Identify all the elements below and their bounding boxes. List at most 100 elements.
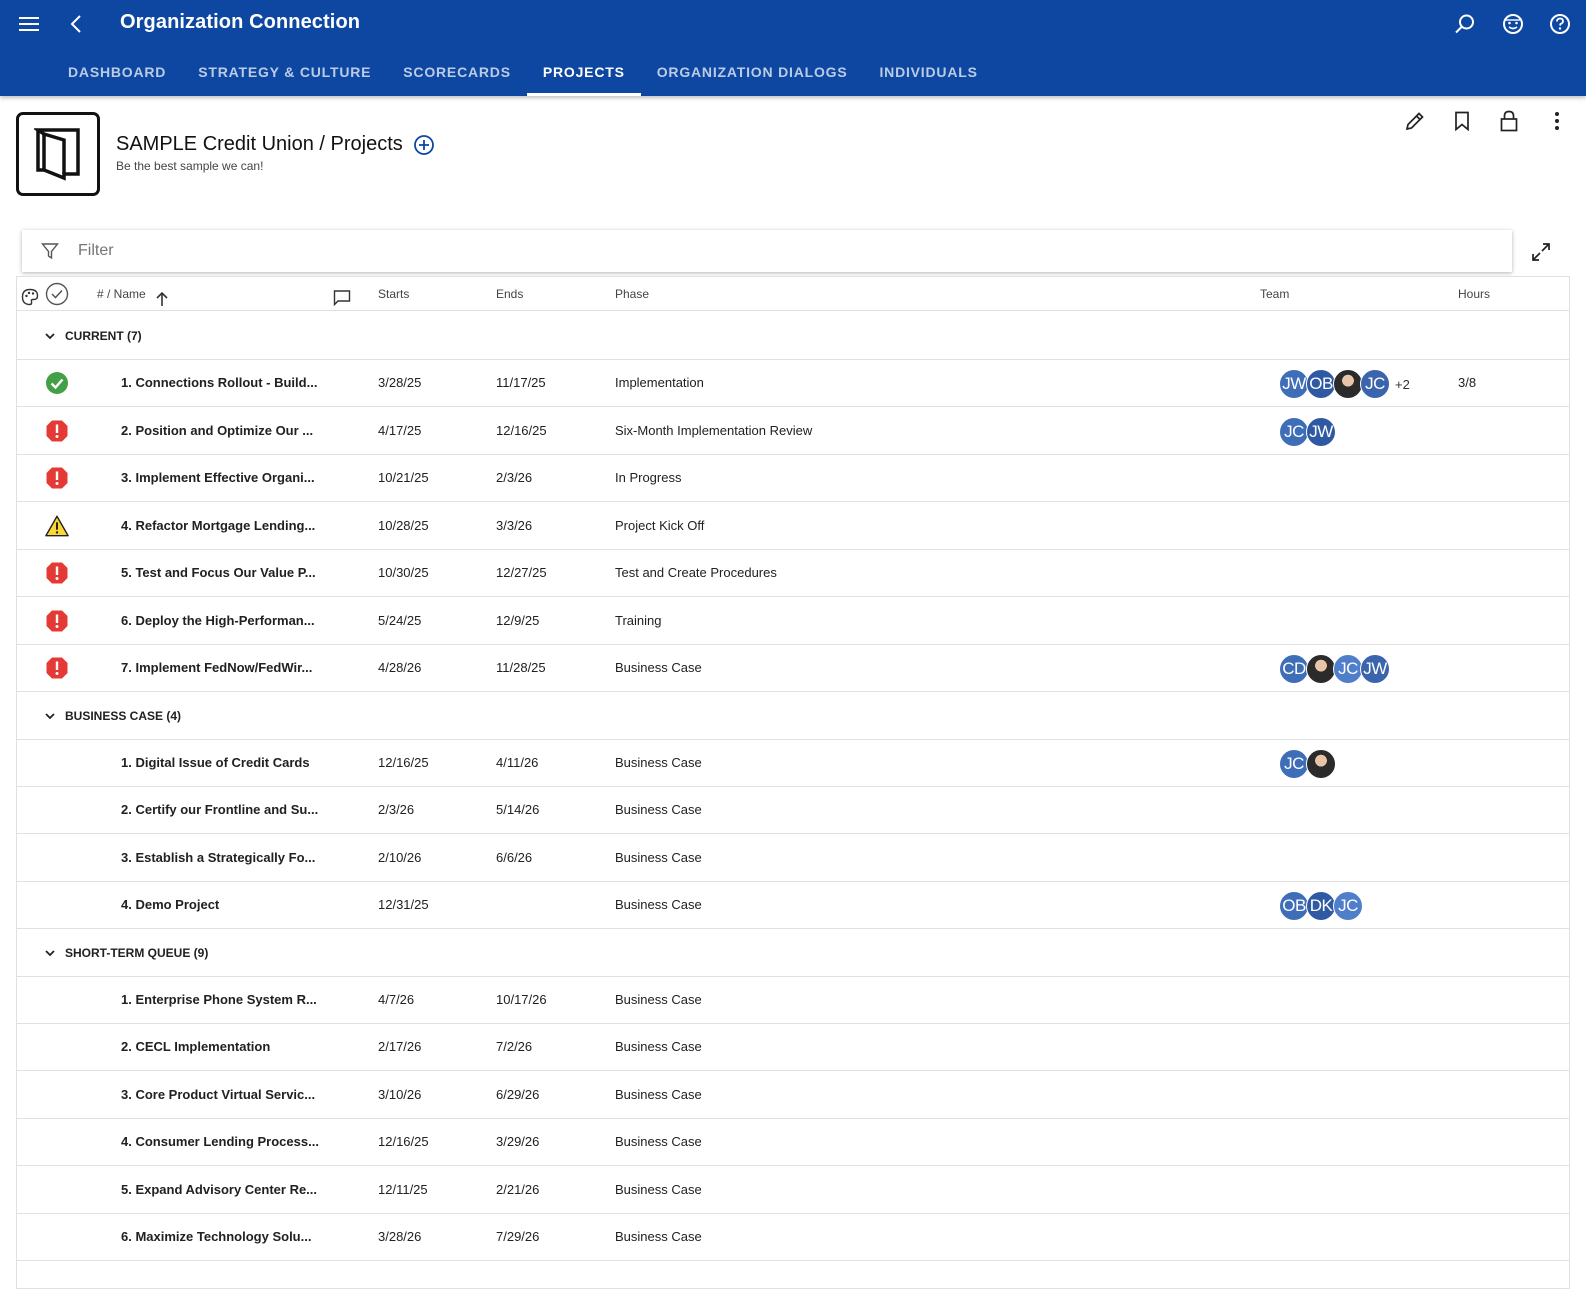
- end-date: 10/17/26: [496, 991, 547, 1007]
- tab-scorecards[interactable]: SCORECARDS: [387, 52, 527, 96]
- app-title: Organization Connection: [120, 11, 361, 33]
- project-name[interactable]: 6. Maximize Technology Solu...: [121, 1213, 311, 1261]
- more-vertical-icon[interactable]: [1544, 108, 1570, 134]
- tab-strategy-culture[interactable]: STRATEGY & CULTURE: [182, 52, 387, 96]
- table-row[interactable]: 4. Refactor Mortgage Lending... 10/28/25 3…: [17, 502, 1569, 550]
- table-row[interactable]: 2. Certify our Frontline and Su... 2/3/26…: [17, 786, 1569, 834]
- team-more-count[interactable]: +2: [1395, 377, 1410, 392]
- table-row[interactable]: 3. Implement Effective Organi... 10/21/25…: [17, 454, 1569, 502]
- project-name[interactable]: 7. Implement FedNow/FedWir...: [121, 644, 312, 692]
- team-member-photo-avatar[interactable]: [1306, 748, 1336, 779]
- table-row[interactable]: 4. Demo Project 12/31/25 Business Case OB DK…: [17, 881, 1569, 929]
- column-starts[interactable]: Starts: [378, 277, 409, 311]
- start-date: 4/17/25: [378, 422, 422, 438]
- project-name[interactable]: 1. Connections Rollout - Build...: [121, 359, 317, 407]
- group-header[interactable]: CURRENT (7): [17, 312, 1569, 360]
- tab-individuals[interactable]: INDIVIDUALS: [863, 52, 993, 96]
- project-name[interactable]: 1. Digital Issue of Credit Cards: [121, 739, 310, 787]
- project-name[interactable]: 4. Consumer Lending Process...: [121, 1118, 319, 1166]
- team-member-avatar[interactable]: OB: [1279, 891, 1309, 921]
- table-row[interactable]: 4. Consumer Lending Process... 12/16/25 3/…: [17, 1118, 1569, 1166]
- chevron-down-icon[interactable]: [43, 709, 57, 723]
- chevron-down-icon[interactable]: [43, 946, 57, 960]
- tab-organization-dialogs[interactable]: ORGANIZATION DIALOGS: [641, 52, 864, 96]
- table-row[interactable]: 6. Maximize Technology Solu... 3/28/26 7/2…: [17, 1213, 1569, 1261]
- team-avatars: JC: [1279, 748, 1336, 779]
- phase: Business Case: [615, 1181, 702, 1197]
- table-row[interactable]: 2. Position and Optimize Our ... 4/17/25 1…: [17, 407, 1569, 455]
- table-row[interactable]: 6. Deploy the High-Performan... 5/24/25 12…: [17, 597, 1569, 645]
- help-icon[interactable]: [1547, 11, 1573, 37]
- bookmark-icon[interactable]: [1449, 108, 1475, 134]
- add-project-icon[interactable]: [412, 133, 436, 157]
- team-member-avatar[interactable]: CD: [1279, 654, 1309, 684]
- phase: Business Case: [615, 897, 702, 912]
- table-row[interactable]: 3. Establish a Strategically Fo... 2/10/2…: [17, 834, 1569, 882]
- tab-projects[interactable]: PROJECTS: [526, 52, 641, 96]
- filter-input[interactable]: [78, 242, 1458, 260]
- group-label: CURRENT (7): [65, 329, 142, 343]
- team-member-avatar[interactable]: JW: [1279, 369, 1309, 399]
- team-member-avatar[interactable]: JC: [1279, 416, 1309, 447]
- palette-icon[interactable]: [21, 285, 39, 306]
- table-row[interactable]: 1. Enterprise Phone System R... 4/7/26 10/…: [17, 976, 1569, 1024]
- project-name[interactable]: 1. Enterprise Phone System R...: [121, 976, 317, 1024]
- settings-face-icon[interactable]: [1500, 11, 1526, 37]
- table-row[interactable]: 2. CECL Implementation 2/17/26 7/2/26 Busin…: [17, 1023, 1569, 1071]
- table-row[interactable]: 5. Test and Focus Our Value P... 10/30/25…: [17, 549, 1569, 597]
- start-date: 2/10/26: [378, 849, 422, 865]
- team-member-photo-avatar[interactable]: [1306, 654, 1336, 684]
- column-name[interactable]: # / Name: [97, 277, 146, 311]
- chevron-down-icon[interactable]: [43, 329, 57, 343]
- table-row[interactable]: 1. Digital Issue of Credit Cards 12/16/25…: [17, 739, 1569, 787]
- start-date: 3/10/26: [378, 1086, 422, 1102]
- project-name[interactable]: 3. Implement Effective Organi...: [121, 454, 315, 502]
- start-date: 10/30/25: [378, 565, 429, 580]
- project-name[interactable]: 5. Expand Advisory Center Re...: [121, 1166, 317, 1214]
- select-all-check-icon[interactable]: [45, 282, 69, 306]
- project-name[interactable]: 4. Refactor Mortgage Lending...: [121, 502, 315, 550]
- team-member-avatar[interactable]: JC: [1333, 891, 1363, 921]
- project-name[interactable]: 2. CECL Implementation: [121, 1023, 270, 1071]
- expand-icon[interactable]: [1528, 239, 1554, 265]
- column-phase[interactable]: Phase: [615, 277, 649, 311]
- group-header[interactable]: SHORT-TERM QUEUE (9): [17, 929, 1569, 977]
- team-member-avatar[interactable]: JW: [1360, 654, 1390, 684]
- tab-dashboard[interactable]: DASHBOARD: [52, 52, 182, 96]
- phase: Six-Month Implementation Review: [615, 422, 813, 438]
- project-name[interactable]: 4. Demo Project: [121, 881, 219, 929]
- team-member-avatar[interactable]: JC: [1333, 654, 1363, 684]
- team-member-avatar[interactable]: JC: [1279, 748, 1309, 779]
- end-date: 12/27/25: [496, 565, 547, 580]
- project-name[interactable]: 2. Position and Optimize Our ...: [121, 407, 313, 455]
- column-team[interactable]: Team: [1260, 277, 1289, 311]
- project-name[interactable]: 3. Core Product Virtual Servic...: [121, 1071, 315, 1119]
- back-arrow-icon[interactable]: [64, 10, 88, 38]
- table-row[interactable]: 1. Connections Rollout - Build... 3/28/25…: [17, 359, 1569, 407]
- table-row[interactable]: 7. Implement FedNow/FedWir... 4/28/26 11/2…: [17, 644, 1569, 692]
- column-hours[interactable]: Hours: [1458, 277, 1490, 311]
- team-member-photo-avatar[interactable]: [1333, 369, 1363, 399]
- team-member-avatar[interactable]: DK: [1306, 891, 1336, 921]
- project-name[interactable]: 5. Test and Focus Our Value P...: [121, 549, 316, 597]
- team-member-avatar[interactable]: JC: [1360, 369, 1390, 399]
- project-name[interactable]: 2. Certify our Frontline and Su...: [121, 786, 318, 834]
- comments-icon[interactable]: [333, 286, 351, 307]
- edit-pencil-icon[interactable]: [1402, 108, 1428, 134]
- column-ends[interactable]: Ends: [496, 277, 523, 311]
- table-row[interactable]: 5. Expand Advisory Center Re... 12/11/25 2…: [17, 1166, 1569, 1214]
- team-member-avatar[interactable]: OB: [1306, 369, 1336, 399]
- end-date: 4/11/26: [496, 754, 539, 770]
- group-header[interactable]: BUSINESS CASE (4): [17, 692, 1569, 740]
- end-date: 2/3/26: [496, 470, 533, 485]
- menu-icon[interactable]: [16, 10, 42, 38]
- sort-ascending-icon[interactable]: [155, 286, 169, 306]
- search-icon[interactable]: [1452, 11, 1478, 37]
- project-name[interactable]: 3. Establish a Strategically Fo...: [121, 834, 315, 882]
- table-row[interactable]: 3. Core Product Virtual Servic... 3/10/26…: [17, 1071, 1569, 1119]
- check-circle-icon: [45, 371, 69, 395]
- filter-bar: [22, 230, 1512, 272]
- project-name[interactable]: 6. Deploy the High-Performan...: [121, 597, 315, 645]
- lock-icon[interactable]: [1496, 108, 1522, 134]
- team-member-avatar[interactable]: JW: [1306, 416, 1336, 447]
